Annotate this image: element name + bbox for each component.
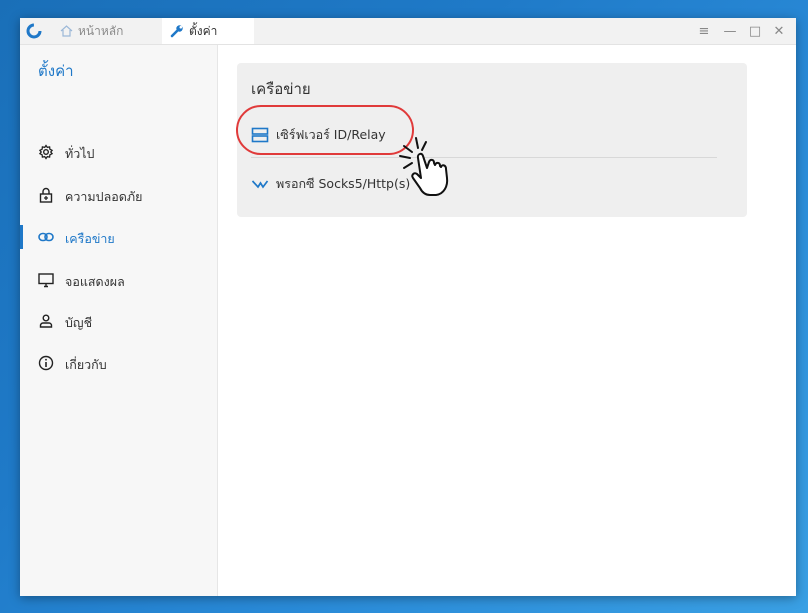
- click-hand-icon: [399, 137, 449, 196]
- sidebar: ตั้งค่า ทั่วไป ความปลอดภัย เครือข่าย จอแ…: [20, 45, 218, 596]
- app-logo-icon: [26, 23, 42, 39]
- sidebar-item-label: จอแสดงผล: [65, 274, 125, 289]
- sidebar-item-label: เกี่ยวกับ: [65, 357, 107, 372]
- close-icon[interactable]: ✕: [767, 18, 791, 44]
- sidebar-title: ตั้งค่า: [38, 62, 74, 80]
- tab-home[interactable]: หน้าหลัก: [60, 18, 123, 44]
- proxy-icon: [251, 180, 269, 189]
- section-title: เครือข่าย: [251, 80, 311, 98]
- proxy-label: พรอกซี Socks5/Http(s): [276, 176, 411, 191]
- wrench-icon: [170, 25, 183, 38]
- sidebar-item-account[interactable]: บัญชี: [20, 305, 217, 337]
- highlight-circle: [236, 105, 414, 155]
- app-window: หน้าหลัก ตั้งค่า ≡ — □ ✕ ตั้งค่า ทั่วไป: [20, 18, 796, 596]
- tab-home-label: หน้าหลัก: [78, 23, 124, 38]
- tab-settings[interactable]: ตั้งค่า: [162, 18, 254, 44]
- info-icon: [38, 355, 54, 371]
- active-indicator: [20, 225, 23, 249]
- proxy-row[interactable]: พรอกซี Socks5/Http(s): [251, 171, 410, 197]
- sidebar-item-network[interactable]: เครือข่าย: [20, 221, 217, 253]
- tab-settings-label: ตั้งค่า: [189, 23, 218, 38]
- home-icon: [60, 25, 73, 37]
- sidebar-item-general[interactable]: ทั่วไป: [20, 136, 217, 168]
- sidebar-item-label: ความปลอดภัย: [65, 189, 143, 204]
- sidebar-item-security[interactable]: ความปลอดภัย: [20, 179, 217, 211]
- sidebar-item-label: บัญชี: [65, 315, 93, 330]
- gear-icon: [38, 144, 54, 160]
- lock-icon: [39, 187, 53, 203]
- sidebar-item-display[interactable]: จอแสดงผล: [20, 264, 217, 296]
- minimize-icon[interactable]: —: [718, 18, 742, 44]
- monitor-icon: [38, 273, 54, 288]
- sidebar-item-label: ทั่วไป: [65, 146, 95, 161]
- row-divider: [251, 157, 717, 158]
- link-icon: [38, 232, 54, 242]
- sidebar-item-about[interactable]: เกี่ยวกับ: [20, 347, 217, 379]
- sidebar-item-label: เครือข่าย: [65, 231, 115, 246]
- user-icon: [39, 314, 53, 328]
- title-bar: หน้าหลัก ตั้งค่า ≡ — □ ✕: [20, 18, 796, 45]
- menu-icon[interactable]: ≡: [692, 18, 716, 44]
- maximize-icon[interactable]: □: [743, 18, 767, 44]
